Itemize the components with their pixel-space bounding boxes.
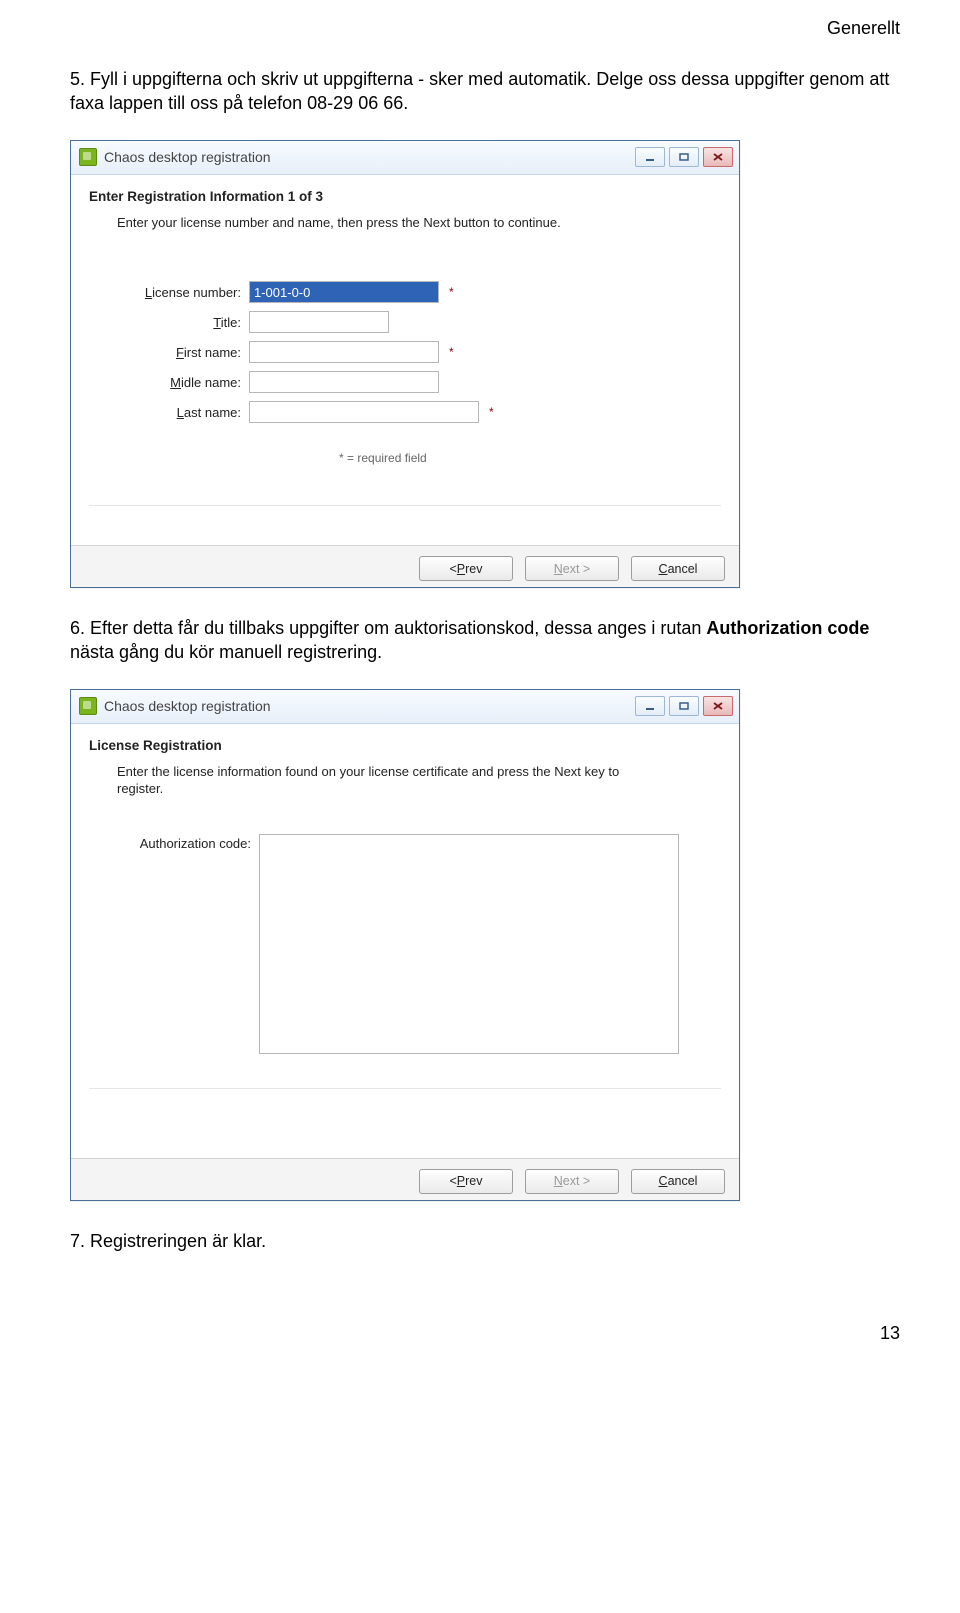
prev-button[interactable]: < Prev	[419, 556, 513, 581]
minimize-button[interactable]	[635, 147, 665, 167]
window-title: Chaos desktop registration	[104, 698, 635, 714]
cancel-button[interactable]: Cancel	[631, 556, 725, 581]
first-name-input[interactable]	[249, 341, 439, 363]
last-name-input[interactable]	[249, 401, 479, 423]
title-input[interactable]	[249, 311, 389, 333]
minimize-button[interactable]	[635, 696, 665, 716]
window-title: Chaos desktop registration	[104, 149, 635, 165]
registration-dialog-2: Chaos desktop registration License Regis…	[70, 689, 740, 1201]
paragraph-6: 6. Efter detta får du tillbaks uppgifter…	[70, 616, 900, 665]
license-number-input[interactable]	[249, 281, 439, 303]
dialog-button-row: < Prev Next > Cancel	[71, 545, 739, 587]
maximize-icon	[678, 701, 690, 711]
title-label: Title:	[99, 315, 249, 330]
required-star: *	[489, 405, 494, 419]
form-area: License number: * Title: First name: * M…	[99, 281, 721, 465]
close-icon	[712, 701, 724, 711]
middle-name-input[interactable]	[249, 371, 439, 393]
close-button[interactable]	[703, 147, 733, 167]
dialog-heading: License Registration	[89, 738, 721, 753]
authorization-code-input[interactable]	[259, 834, 679, 1054]
paragraph-5: 5. Fyll i uppgifterna och skriv ut uppgi…	[70, 67, 900, 116]
registration-dialog-1: Chaos desktop registration Enter Registr…	[70, 140, 740, 589]
window-buttons	[635, 696, 733, 716]
app-icon	[79, 697, 97, 715]
maximize-button[interactable]	[669, 696, 699, 716]
dialog-intro: Enter the license information found on y…	[117, 763, 647, 798]
minimize-icon	[644, 701, 656, 711]
minimize-icon	[644, 152, 656, 162]
close-icon	[712, 152, 724, 162]
last-name-label: Last name:	[99, 405, 249, 420]
titlebar: Chaos desktop registration	[71, 690, 739, 724]
authorization-code-label: Authorization code:	[99, 834, 259, 851]
next-button[interactable]: Next >	[525, 1169, 619, 1194]
dialog-button-row: < Prev Next > Cancel	[71, 1158, 739, 1200]
page-number: 13	[70, 1323, 900, 1344]
dialog-heading: Enter Registration Information 1 of 3	[89, 189, 721, 204]
next-button[interactable]: Next >	[525, 556, 619, 581]
header-right: Generellt	[70, 0, 900, 39]
required-star: *	[449, 345, 454, 359]
cancel-button[interactable]: Cancel	[631, 1169, 725, 1194]
close-button[interactable]	[703, 696, 733, 716]
license-number-label: License number:	[99, 285, 249, 300]
first-name-label: First name:	[99, 345, 249, 360]
middle-name-label: Midle name:	[99, 375, 249, 390]
required-star: *	[449, 285, 454, 299]
paragraph-7: 7. Registreringen är klar.	[70, 1229, 900, 1253]
window-buttons	[635, 147, 733, 167]
titlebar: Chaos desktop registration	[71, 141, 739, 175]
app-icon	[79, 148, 97, 166]
required-note: * = required field	[339, 451, 721, 465]
prev-button[interactable]: < Prev	[419, 1169, 513, 1194]
dialog-intro: Enter your license number and name, then…	[117, 214, 647, 232]
maximize-icon	[678, 152, 690, 162]
maximize-button[interactable]	[669, 147, 699, 167]
